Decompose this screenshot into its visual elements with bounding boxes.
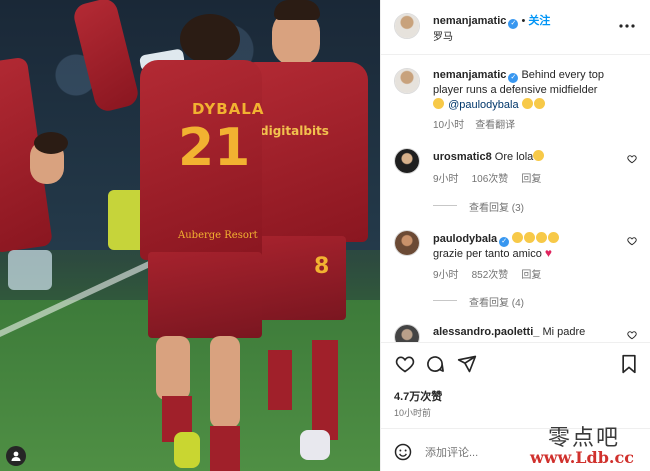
view-replies-line <box>433 205 457 206</box>
commenter-avatar[interactable] <box>394 148 420 174</box>
dybala-sock-right <box>210 426 240 471</box>
teammate-shorts: 8 <box>256 236 346 320</box>
verified-badge-icon: ✓ <box>508 19 519 29</box>
view-replies-line <box>433 300 457 301</box>
caption-username[interactable]: nemanjamatic <box>433 69 506 81</box>
teammate-hair <box>274 0 320 20</box>
comment-like-icon[interactable] <box>627 236 637 246</box>
post-location[interactable]: 罗马 <box>433 28 453 43</box>
comment-username[interactable]: paulodybala <box>433 233 497 245</box>
caption-mention[interactable]: @paulodybala <box>448 99 519 111</box>
teammate-boot <box>300 430 330 460</box>
header-divider <box>381 54 650 55</box>
comment-username[interactable]: alessandro.paoletti_ <box>433 326 539 338</box>
jersey-sponsor: Auberge Resort <box>178 230 258 241</box>
view-replies-button[interactable]: 查看回复 (4) <box>469 294 524 309</box>
commenter-avatar[interactable] <box>394 230 420 256</box>
dybala-shorts <box>148 252 262 338</box>
red-heart-icon: ♥ <box>544 246 553 260</box>
caption-avatar[interactable] <box>394 68 420 94</box>
action-bar <box>381 350 650 380</box>
dybala-hair <box>180 14 240 64</box>
comment-likes[interactable]: 106次赞 <box>472 174 509 185</box>
caption-text-1: Behind every top <box>521 69 604 81</box>
share-icon[interactable] <box>455 352 479 376</box>
see-translation-link[interactable]: 查看翻译 <box>475 120 515 131</box>
smiley-icon[interactable] <box>393 442 413 462</box>
comment-reply-button[interactable]: 回复 <box>521 174 541 185</box>
teammate-sock-right <box>312 340 338 440</box>
post-photo[interactable]: digitalbits 8 DYBALA 21 Auberge Resort <box>0 0 380 471</box>
like-heart-icon[interactable] <box>393 352 417 376</box>
dybala-leg-right <box>210 336 240 428</box>
caption-time: 10小时 <box>433 120 465 131</box>
comment-text: grazie per tanto amico <box>433 248 542 260</box>
laughing-emoji-icon <box>512 232 524 243</box>
comment-reply-button[interactable]: 回复 <box>521 270 541 281</box>
teammate-number: 8 <box>314 254 330 279</box>
caption-text-2: player runs a defensive midfielder <box>433 84 598 96</box>
comment-text: Mi padre <box>542 326 586 338</box>
laughing-emoji-icon <box>533 150 545 161</box>
follow-button[interactable]: 关注 <box>528 15 550 27</box>
comment-like-icon[interactable] <box>627 330 637 340</box>
post-time: 10小时前 <box>394 408 432 418</box>
author-username[interactable]: nemanjamatic <box>433 15 506 27</box>
laughing-emoji-icon <box>433 98 444 109</box>
comment-like-icon[interactable] <box>627 154 637 164</box>
jersey-name: DYBALA <box>192 100 265 118</box>
water-bottles <box>8 250 52 290</box>
dybala-boot <box>174 432 200 468</box>
caption-block: nemanjamatic ✓ Behind every top player ru… <box>381 64 650 134</box>
comment-time: 9小时 <box>433 270 459 281</box>
comment-item: urosmatic8 Ore lola 9小时 106次赞 回复 查看回复 (3… <box>381 144 650 220</box>
bookmark-icon[interactable] <box>617 352 641 376</box>
teammate-sock-left <box>268 350 292 410</box>
left-player-hair <box>34 132 68 154</box>
comment-item: paulodybala ✓ grazie per tanto amico ♥ 9小… <box>381 228 650 310</box>
comment-item: alessandro.paoletti_ Mi padre <box>381 322 650 342</box>
teammate-sponsor: digitalbits <box>260 124 329 138</box>
post-header: nemanjamatic ✓ • 关注 罗马 <box>381 0 650 54</box>
comment-username[interactable]: urosmatic8 <box>433 151 492 163</box>
author-avatar[interactable] <box>394 13 420 39</box>
jersey-number: 21 <box>178 118 251 178</box>
post-details-panel: nemanjamatic ✓ • 关注 罗马 nemanjamatic ✓ Behi… <box>380 0 650 471</box>
actions-divider <box>381 342 650 343</box>
laughing-emoji-icon <box>548 232 560 243</box>
dybala-leg-left <box>156 336 190 400</box>
cheering-emoji-icon <box>521 98 533 109</box>
laughing-emoji-icon <box>536 232 548 243</box>
grin-emoji-icon <box>533 98 545 109</box>
tagged-user-icon[interactable] <box>6 446 26 466</box>
watermark-url: www.Ldb.cc <box>530 448 634 467</box>
dybala-jersey: DYBALA 21 Auberge Resort <box>140 60 265 260</box>
comment-likes[interactable]: 852次赞 <box>472 270 509 281</box>
likes-count[interactable]: 4.7万次赞 <box>394 388 442 404</box>
laughing-emoji-icon <box>524 232 536 243</box>
comment-text: Ore lola <box>494 151 534 163</box>
view-replies-button[interactable]: 查看回复 (3) <box>469 199 524 214</box>
commenter-avatar[interactable] <box>394 324 420 342</box>
comment-time: 9小时 <box>433 174 459 185</box>
more-options-icon[interactable] <box>617 16 637 36</box>
verified-badge-icon: ✓ <box>508 73 519 83</box>
comment-icon[interactable] <box>423 352 447 376</box>
